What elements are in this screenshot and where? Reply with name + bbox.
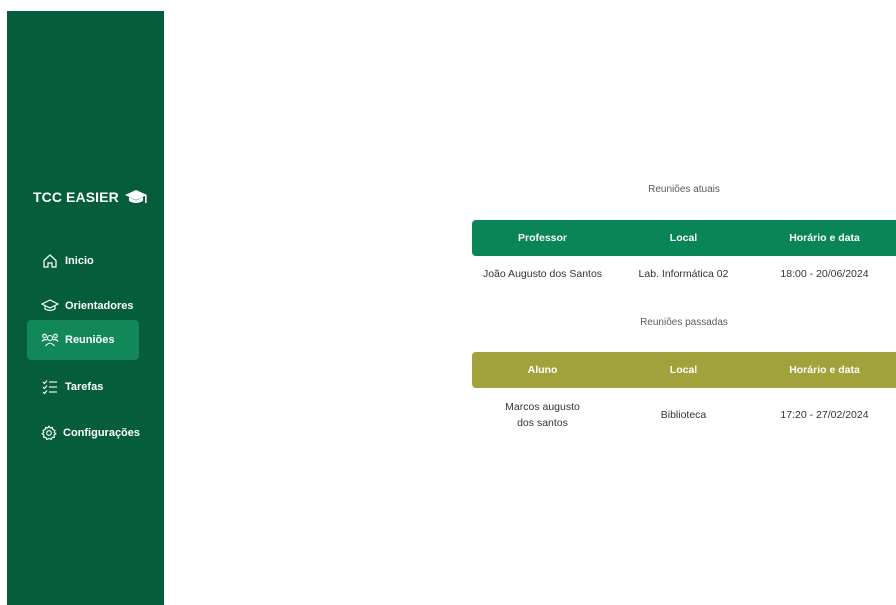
nav-item-configuracoes[interactable]: Configurações — [27, 413, 141, 453]
nav-item-label: Inicio — [65, 255, 94, 267]
column-header: Horário e data — [789, 232, 860, 244]
graduation-cap-icon — [41, 297, 59, 315]
column-header: Professor — [517, 232, 568, 244]
nav-item-reunioes[interactable]: Reuniões — [27, 320, 139, 360]
home-icon — [41, 252, 59, 270]
column-header: Aluno — [527, 364, 558, 376]
nav-item-label: Orientadores — [65, 300, 134, 312]
nav-item-label: Configurações — [63, 427, 141, 439]
past-meetings-table: Aluno Local Horário e data Marcos august… — [472, 352, 896, 442]
sidebar: TCC EASIER Inicio Orientadores Reuniões … — [7, 11, 164, 605]
column-header: Local — [669, 364, 698, 376]
table-header: Professor Local Horário e data — [472, 220, 896, 256]
nav-item-inicio[interactable]: Inicio — [27, 241, 139, 281]
nav-item-label: Tarefas — [65, 381, 104, 393]
users-icon — [41, 331, 59, 349]
graduation-cap-icon — [124, 190, 147, 203]
brand-name: TCC EASIER — [33, 189, 119, 205]
gear-icon — [41, 424, 57, 442]
current-meetings-title: Reuniões atuais — [648, 184, 720, 195]
table-cell: 17:20 - 27/02/2024 — [780, 409, 869, 421]
table-row[interactable]: João Augusto dos Santos Lab. Informática… — [472, 256, 896, 292]
table-cell: Lab. Informática 02 — [638, 268, 729, 280]
table-cell: Marcos augusto dos santos — [505, 401, 580, 429]
table-cell: João Augusto dos Santos — [482, 268, 603, 280]
table-row[interactable]: Marcos augusto dos santos Biblioteca 17:… — [472, 388, 896, 442]
checklist-icon — [41, 378, 59, 396]
column-header: Horário e data — [789, 364, 860, 376]
column-header: Local — [669, 232, 698, 244]
table-header: Aluno Local Horário e data — [472, 352, 896, 388]
table-cell: Biblioteca — [660, 409, 707, 421]
past-meetings-title: Reuniões passadas — [640, 317, 728, 328]
nav-item-label: Reuniões — [65, 334, 115, 346]
current-meetings-table: Professor Local Horário e data João Augu… — [472, 220, 896, 292]
table-cell: 18:00 - 20/06/2024 — [780, 268, 869, 280]
nav-item-tarefas[interactable]: Tarefas — [27, 367, 139, 407]
brand-logo: TCC EASIER — [33, 187, 148, 207]
